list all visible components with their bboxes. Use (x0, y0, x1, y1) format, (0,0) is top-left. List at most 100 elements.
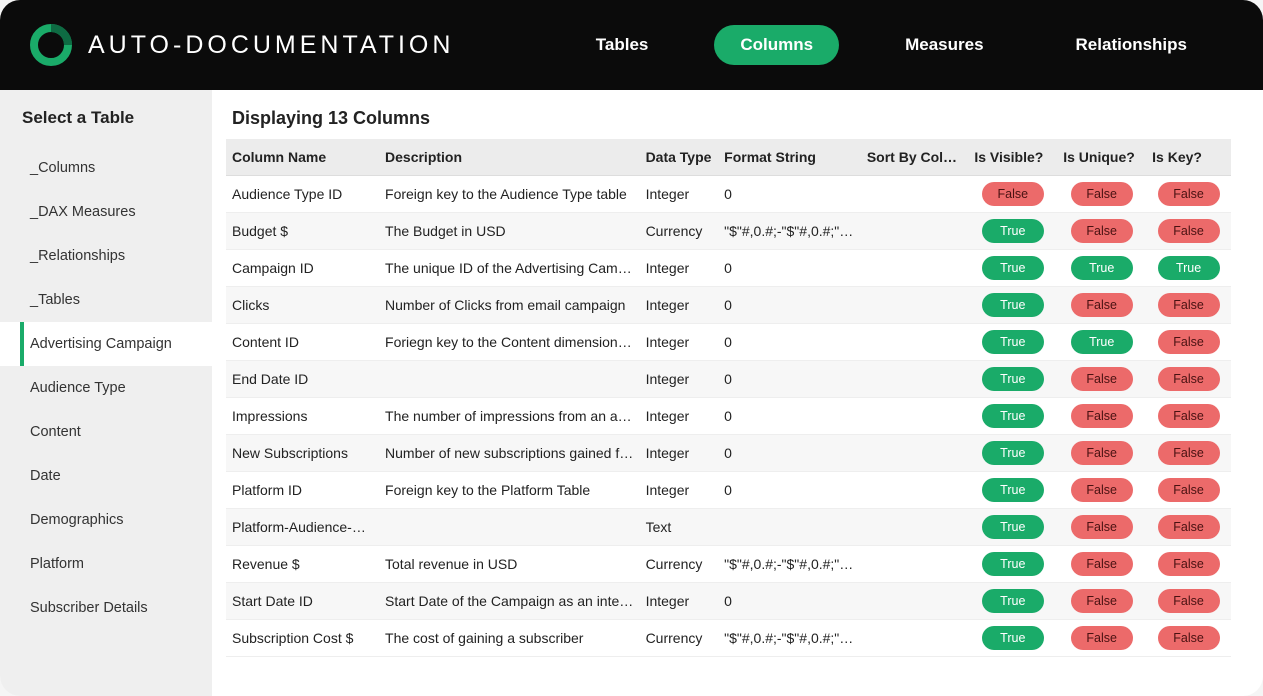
table-row[interactable]: Platform IDForeign key to the Platform T… (226, 472, 1231, 509)
cell-key: True (1146, 250, 1231, 287)
cell-uniq: True (1057, 324, 1146, 361)
sidebar-item-demographics[interactable]: Demographics (0, 498, 212, 542)
uniq-pill: False (1071, 182, 1133, 206)
cell-dtype: Integer (640, 472, 719, 509)
sidebar-item-date[interactable]: Date (0, 454, 212, 498)
table-row[interactable]: Content IDForiegn key to the Content dim… (226, 324, 1231, 361)
cell-sort (861, 435, 969, 472)
cell-desc: The number of impressions from an adv... (379, 398, 640, 435)
sidebar-item--tables[interactable]: _Tables (0, 278, 212, 322)
cell-sort (861, 324, 969, 361)
sidebar-item--columns[interactable]: _Columns (0, 146, 212, 190)
key-pill: False (1158, 367, 1220, 391)
cell-key: False (1146, 546, 1231, 583)
table-row[interactable]: Campaign IDThe unique ID of the Advertis… (226, 250, 1231, 287)
top-nav: Tables Columns Measures Relationships (570, 25, 1213, 65)
cell-key: False (1146, 583, 1231, 620)
cell-name: Subscription Cost $ (226, 620, 379, 657)
table-row[interactable]: Platform-Audience-C...TextTrueFalseFalse (226, 509, 1231, 546)
nav-item-relationships[interactable]: Relationships (1050, 25, 1213, 65)
key-pill: False (1158, 589, 1220, 613)
cell-fmt: 0 (718, 583, 861, 620)
cell-fmt (718, 509, 861, 546)
uniq-pill: False (1071, 626, 1133, 650)
cell-name: Start Date ID (226, 583, 379, 620)
vis-pill: True (982, 478, 1044, 502)
cell-dtype: Integer (640, 250, 719, 287)
nav-item-columns[interactable]: Columns (714, 25, 839, 65)
cell-sort (861, 472, 969, 509)
table-row[interactable]: Subscription Cost $The cost of gaining a… (226, 620, 1231, 657)
uniq-pill: False (1071, 552, 1133, 576)
cell-desc: Foreign key to the Platform Table (379, 472, 640, 509)
sidebar-item-advertising-campaign[interactable]: Advertising Campaign (0, 322, 212, 366)
col-header-uniq[interactable]: Is Unique? (1057, 139, 1146, 176)
cell-fmt: 0 (718, 472, 861, 509)
table-row[interactable]: ImpressionsThe number of impressions fro… (226, 398, 1231, 435)
cell-fmt: "$"#,0.#;-"$"#,0.#;"$... (718, 546, 861, 583)
col-header-desc[interactable]: Description (379, 139, 640, 176)
cell-key: False (1146, 435, 1231, 472)
col-header-vis[interactable]: Is Visible? (968, 139, 1057, 176)
sidebar-item-platform[interactable]: Platform (0, 542, 212, 586)
col-header-fmt[interactable]: Format String (718, 139, 861, 176)
sidebar-title: Select a Table (0, 108, 212, 146)
cell-sort (861, 361, 969, 398)
nav-item-measures[interactable]: Measures (879, 25, 1009, 65)
cell-dtype: Currency (640, 620, 719, 657)
sidebar: Select a Table _Columns_DAX Measures_Rel… (0, 90, 212, 696)
table-row[interactable]: Budget $The Budget in USDCurrency"$"#,0.… (226, 213, 1231, 250)
vis-pill: True (982, 219, 1044, 243)
cell-uniq: False (1057, 509, 1146, 546)
cell-key: False (1146, 287, 1231, 324)
uniq-pill: False (1071, 515, 1133, 539)
sidebar-item-subscriber-details[interactable]: Subscriber Details (0, 586, 212, 630)
sidebar-item--relationships[interactable]: _Relationships (0, 234, 212, 278)
col-header-key[interactable]: Is Key? (1146, 139, 1231, 176)
vis-pill: True (982, 367, 1044, 391)
brand-text: AUTO-DOCUMENTATION (88, 31, 454, 60)
cell-fmt: 0 (718, 250, 861, 287)
cell-uniq: False (1057, 546, 1146, 583)
cell-desc: Number of new subscriptions gained fr... (379, 435, 640, 472)
cell-fmt: "$"#,0.#;-"$"#,0.#;"$... (718, 620, 861, 657)
sidebar-item-audience-type[interactable]: Audience Type (0, 366, 212, 410)
cell-fmt: 0 (718, 287, 861, 324)
cell-uniq: False (1057, 361, 1146, 398)
table-row[interactable]: Revenue $Total revenue in USDCurrency"$"… (226, 546, 1231, 583)
cell-dtype: Integer (640, 398, 719, 435)
col-header-name[interactable]: Column Name (226, 139, 379, 176)
key-pill: False (1158, 515, 1220, 539)
cell-sort (861, 398, 969, 435)
cell-name: Budget $ (226, 213, 379, 250)
cell-name: Revenue $ (226, 546, 379, 583)
key-pill: False (1158, 330, 1220, 354)
table-row[interactable]: New SubscriptionsNumber of new subscript… (226, 435, 1231, 472)
col-header-sort[interactable]: Sort By Column (861, 139, 969, 176)
col-header-dtype[interactable]: Data Type (640, 139, 719, 176)
cell-desc: Total revenue in USD (379, 546, 640, 583)
cell-desc: Foreign key to the Audience Type table (379, 176, 640, 213)
cell-dtype: Integer (640, 583, 719, 620)
key-pill: False (1158, 626, 1220, 650)
logo-icon (30, 24, 72, 66)
table-row[interactable]: ClicksNumber of Clicks from email campai… (226, 287, 1231, 324)
sidebar-item-content[interactable]: Content (0, 410, 212, 454)
key-pill: False (1158, 293, 1220, 317)
cell-vis: True (968, 583, 1057, 620)
table-row[interactable]: Start Date IDStart Date of the Campaign … (226, 583, 1231, 620)
cell-desc: The cost of gaining a subscriber (379, 620, 640, 657)
key-pill: True (1158, 256, 1220, 280)
cell-sort (861, 620, 969, 657)
cell-name: Platform-Audience-C... (226, 509, 379, 546)
cell-name: End Date ID (226, 361, 379, 398)
cell-vis: True (968, 287, 1057, 324)
nav-item-tables[interactable]: Tables (570, 25, 675, 65)
columns-table: Column Name Description Data Type Format… (226, 139, 1231, 657)
uniq-pill: True (1071, 256, 1133, 280)
cell-key: False (1146, 361, 1231, 398)
table-row[interactable]: Audience Type IDForeign key to the Audie… (226, 176, 1231, 213)
sidebar-item--dax-measures[interactable]: _DAX Measures (0, 190, 212, 234)
table-row[interactable]: End Date IDInteger0TrueFalseFalse (226, 361, 1231, 398)
uniq-pill: False (1071, 367, 1133, 391)
